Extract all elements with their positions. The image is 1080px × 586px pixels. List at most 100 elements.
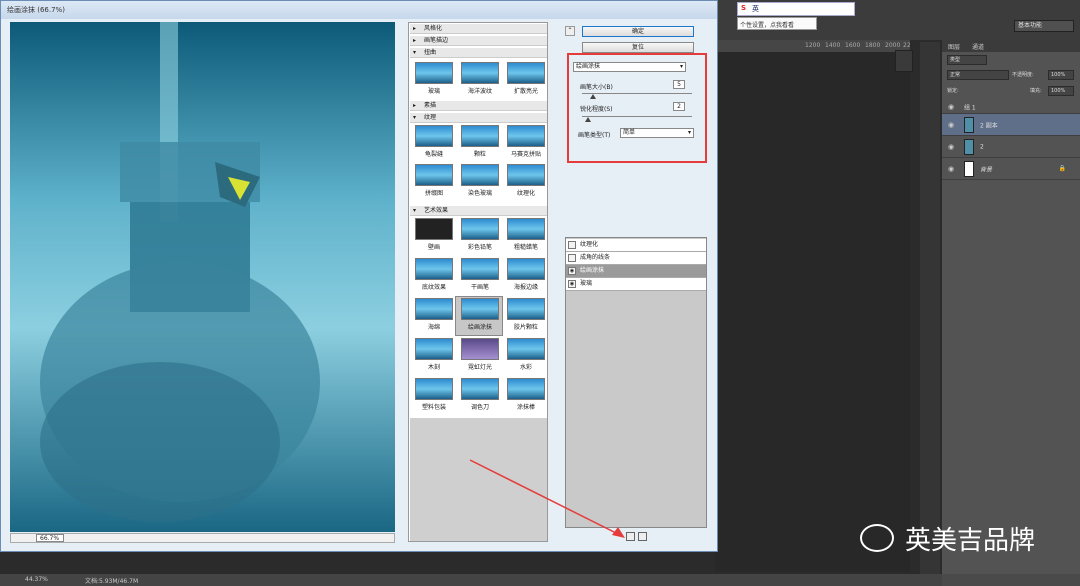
eye-icon[interactable]: ◉: [568, 267, 576, 275]
chevron-down-icon: ▾: [679, 63, 683, 70]
category-brush-strokes[interactable]: 画笔描边: [410, 36, 547, 46]
brush-size-label: 画笔大小(B): [580, 84, 613, 91]
layer-row-background[interactable]: ◉ 背景 🔒: [942, 158, 1080, 180]
layer-row-group[interactable]: ◉ 组 1: [942, 100, 1080, 114]
brush-type-select[interactable]: 简单 ▾: [620, 128, 694, 138]
filter-label: 木刻: [427, 364, 440, 371]
effect-layer-row[interactable]: 成角的线条: [566, 252, 706, 265]
fill-input[interactable]: 100%: [1048, 86, 1074, 96]
opacity-input[interactable]: 100%: [1048, 70, 1074, 80]
visibility-eye-icon[interactable]: ◉: [948, 103, 954, 111]
filter-thumb[interactable]: [461, 218, 499, 240]
category-texture[interactable]: 纹理: [410, 113, 547, 123]
filter-thumb[interactable]: [461, 62, 499, 84]
layer-name: 2: [980, 143, 984, 150]
filter-thumb[interactable]: [461, 258, 499, 280]
layer-name: 组 1: [964, 104, 976, 111]
filter-thumb[interactable]: [415, 125, 453, 147]
filter-label-selected: 绘画涂抹: [467, 324, 492, 331]
filter-thumb[interactable]: [461, 125, 499, 147]
filter-thumb[interactable]: [507, 218, 545, 240]
blend-mode-select[interactable]: 正常: [947, 70, 1009, 80]
ruler-tick: 1600: [845, 42, 861, 49]
workspace-select[interactable]: 基本功能: [1014, 20, 1074, 32]
effect-visibility-toggle[interactable]: [568, 254, 576, 262]
filter-thumb[interactable]: [415, 298, 453, 320]
watermark-text: 英美吉品牌: [905, 526, 1036, 556]
eye-icon[interactable]: ◉: [568, 280, 576, 288]
filter-preview[interactable]: [10, 22, 395, 532]
layer-kind-filter[interactable]: 类型: [947, 55, 987, 65]
visibility-eye-icon[interactable]: ◉: [948, 143, 954, 151]
ok-button[interactable]: 确定: [582, 26, 694, 37]
effect-layer-name: 绘画涂抹: [580, 267, 605, 274]
filter-label: 马赛克拼贴: [510, 151, 541, 158]
ime-toolbar[interactable]: S 英: [737, 2, 855, 16]
category-distort[interactable]: 扭曲: [410, 48, 547, 58]
filter-thumb[interactable]: [507, 125, 545, 147]
filter-label: 纹理化: [516, 190, 535, 197]
filter-thumb[interactable]: [507, 298, 545, 320]
filter-thumb[interactable]: [507, 258, 545, 280]
layers-footer-toolbar: [942, 574, 1080, 586]
filter-label: 调色刀: [470, 404, 489, 411]
effect-layer-row[interactable]: ◉ 玻璃: [566, 278, 706, 291]
brush-size-slider-handle[interactable]: [590, 94, 596, 99]
layer-thumbnail: [964, 161, 974, 177]
filter-select[interactable]: 绘画涂抹 ▾: [573, 62, 686, 72]
brush-size-slider[interactable]: [582, 93, 692, 94]
filter-label: 海绵: [427, 324, 440, 331]
filter-label: 水彩: [519, 364, 532, 371]
visibility-eye-icon[interactable]: ◉: [948, 165, 954, 173]
filter-thumb[interactable]: [461, 338, 499, 360]
tab-channels[interactable]: 通道: [972, 42, 984, 51]
sharpness-input[interactable]: 2: [673, 102, 685, 111]
ime-lang[interactable]: 英: [752, 4, 759, 14]
layer-row-selected[interactable]: ◉ 2 副本: [942, 114, 1080, 136]
sharpness-slider[interactable]: [582, 116, 692, 117]
zoom-select[interactable]: 66.7%: [36, 534, 64, 542]
filter-thumb[interactable]: [507, 378, 545, 400]
filter-thumb[interactable]: [415, 378, 453, 400]
filter-thumb[interactable]: [461, 164, 499, 186]
filter-thumb[interactable]: [507, 164, 545, 186]
ruler-tick: 2200: [903, 42, 910, 49]
category-sketch[interactable]: 素描: [410, 101, 547, 111]
filter-thumb[interactable]: [507, 338, 545, 360]
category-stylize[interactable]: 风格化: [410, 24, 547, 34]
filter-thumb[interactable]: [415, 164, 453, 186]
effect-layer-row[interactable]: 纹理化: [566, 239, 706, 252]
filter-thumb[interactable]: [507, 62, 545, 84]
visibility-eye-icon[interactable]: ◉: [948, 121, 954, 129]
filter-label: 塑料包装: [421, 404, 446, 411]
filter-label: 龟裂缝: [424, 151, 443, 158]
layer-row[interactable]: ◉ 2: [942, 136, 1080, 158]
reset-button[interactable]: 复位: [582, 42, 694, 53]
sharpness-slider-handle[interactable]: [584, 117, 591, 122]
ps-status-bar: 44.37% 文档:5.93M/46.7M: [0, 574, 942, 586]
effect-layer-name: 纹理化: [580, 241, 599, 248]
annotation-arrow-icon: [469, 459, 625, 538]
brush-size-input[interactable]: 5: [673, 80, 685, 89]
collapse-gallery-button[interactable]: ⌃: [565, 26, 575, 36]
tab-layers[interactable]: 图层: [948, 42, 960, 51]
filter-thumb[interactable]: [415, 338, 453, 360]
category-artistic[interactable]: 艺术效果: [410, 206, 547, 216]
filter-label: 涂抹棒: [516, 404, 535, 411]
layer-name: 2 副本: [980, 122, 998, 129]
lock-label: 锁定:: [947, 88, 959, 94]
filter-thumb[interactable]: [415, 62, 453, 84]
ruler-tick: 2000: [885, 42, 901, 49]
filter-thumb[interactable]: [461, 378, 499, 400]
lock-icon: 🔒: [1058, 165, 1066, 172]
filter-label: 彩色铅笔: [467, 244, 492, 251]
mini-tool-panel[interactable]: [895, 50, 913, 72]
effect-visibility-toggle[interactable]: [568, 241, 576, 249]
brush-type-value: 简单: [623, 129, 636, 136]
filter-label: 粗糙蜡笔: [513, 244, 538, 251]
filter-thumb[interactable]: [415, 258, 453, 280]
filter-thumb[interactable]: [415, 218, 453, 240]
filter-thumb-selected[interactable]: [461, 298, 499, 320]
ime-tooltip: 个性设置，点我看看: [737, 17, 817, 30]
effect-layer-row-selected[interactable]: ◉ 绘画涂抹: [566, 265, 706, 278]
